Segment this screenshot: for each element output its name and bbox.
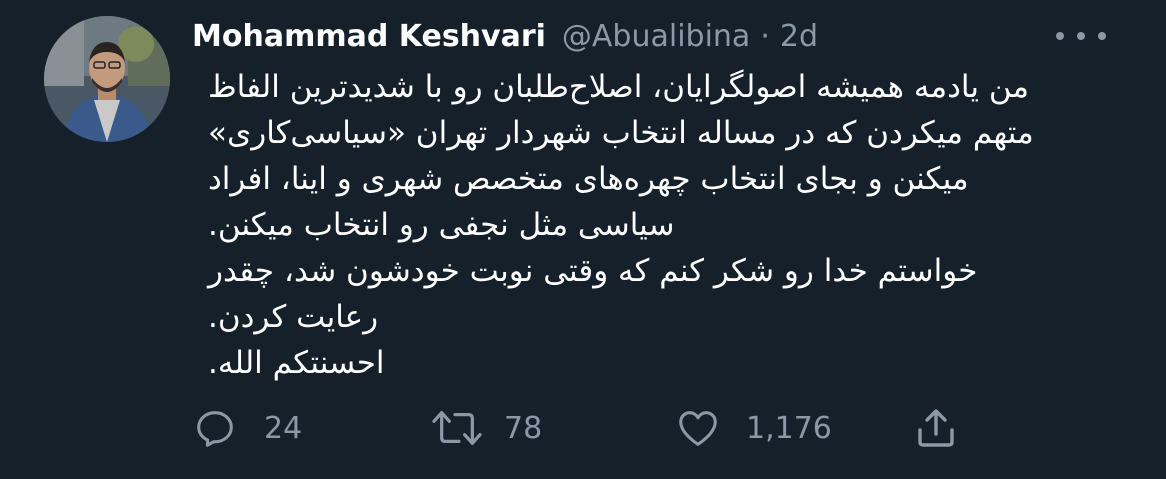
avatar[interactable] — [44, 16, 170, 142]
like-count: 1,176 — [746, 410, 832, 446]
separator: · — [760, 18, 770, 54]
action-bar: 24 78 1,176 — [192, 400, 992, 456]
share-button[interactable] — [912, 400, 960, 456]
reply-button[interactable]: 24 — [192, 400, 302, 456]
retweet-count: 78 — [504, 410, 543, 446]
like-button[interactable]: 1,176 — [674, 400, 832, 456]
tweet[interactable]: Mohammad Keshvari @Abualibina · 2d من یا… — [0, 0, 1166, 479]
tweet-text: من یادمه همیشه اصولگرایان، اصلاح‌طلبان ر… — [192, 64, 1122, 386]
tweet-line: احسنتکم الله. — [208, 345, 385, 381]
heart-icon — [679, 411, 717, 446]
tweet-line: من یادمه همیشه اصولگرایان، اصلاح‌طلبان ر… — [208, 69, 1030, 105]
more-icon[interactable] — [1056, 26, 1106, 46]
retweet-button[interactable]: 78 — [430, 400, 542, 456]
more-dot — [1077, 32, 1085, 40]
author-name[interactable]: Mohammad Keshvari — [192, 19, 546, 54]
share-icon — [918, 409, 954, 447]
tweet-header: Mohammad Keshvari @Abualibina · 2d — [192, 14, 818, 58]
more-dot — [1056, 32, 1064, 40]
tweet-line: خواستم خدا رو شکر کنم که وقتی نوبت خودشو… — [208, 253, 978, 289]
more-dot — [1098, 32, 1106, 40]
author-handle[interactable]: @Abualibina — [562, 19, 750, 54]
tweet-line: میکنن و بجای انتخاب چهره‌های متخصص شهری … — [208, 161, 969, 197]
tweet-line: رعایت کردن. — [208, 299, 379, 335]
retweet-icon — [432, 411, 482, 445]
timestamp[interactable]: 2d — [780, 19, 818, 54]
tweet-line: متهم میکردن که در مساله انتخاب شهردار ته… — [208, 115, 1034, 151]
tweet-line: سیاسی مثل نجفی رو انتخاب میکنن. — [208, 207, 675, 243]
reply-count: 24 — [264, 410, 303, 446]
reply-icon — [197, 411, 233, 447]
